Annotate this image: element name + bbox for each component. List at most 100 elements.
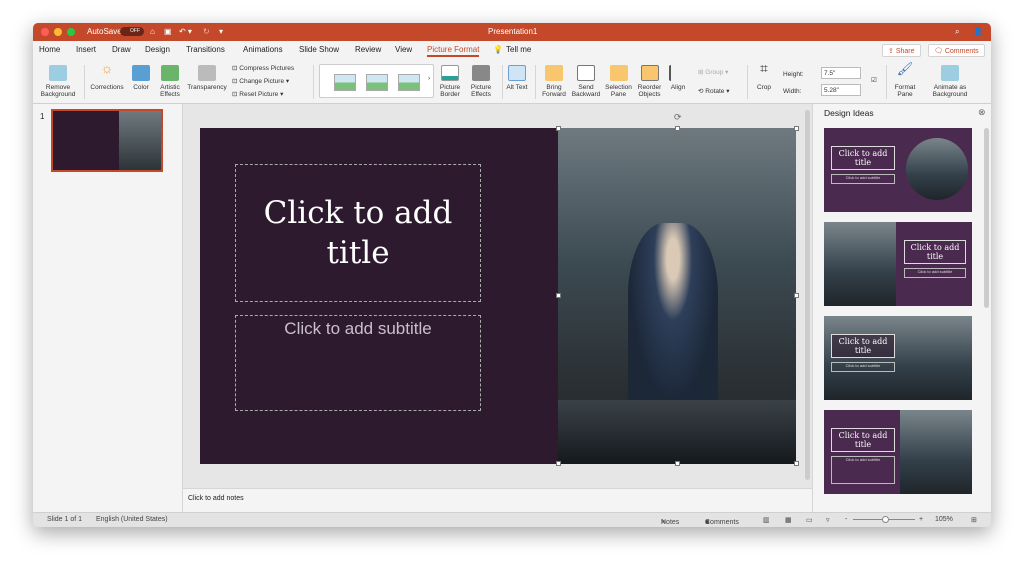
width-input[interactable]: 5.28" <box>821 84 861 96</box>
resize-handle[interactable] <box>794 461 799 466</box>
picture-border-button[interactable]: Picture Border <box>435 65 465 98</box>
selection-pane-icon <box>609 65 628 81</box>
tab-picture-format[interactable]: Picture Format <box>427 45 480 57</box>
tab-draw[interactable]: Draw <box>112 45 131 54</box>
tell-me-search[interactable]: Tell me <box>506 45 531 54</box>
resize-handle[interactable] <box>794 126 799 131</box>
alt-text-icon <box>508 65 526 81</box>
title-placeholder[interactable]: Click to add title <box>235 164 481 302</box>
tab-home[interactable]: Home <box>39 45 60 54</box>
format-pane-button[interactable]: 🖌 Format Pane <box>890 61 920 98</box>
tab-review[interactable]: Review <box>355 45 381 54</box>
design-idea-4[interactable]: Click to add title Click to add subtitle <box>824 410 972 494</box>
tab-transitions[interactable]: Transitions <box>186 45 225 54</box>
paintbrush-icon: 🖌 <box>896 61 914 76</box>
picture-style-1[interactable] <box>334 74 356 91</box>
animate-as-background-button[interactable]: Animate as Background <box>926 65 974 98</box>
design-idea-2[interactable]: Click to add title Click to add subtitle <box>824 222 972 306</box>
subtitle-placeholder[interactable]: Click to add subtitle <box>235 315 481 411</box>
design-pane-scrollbar[interactable] <box>984 128 989 308</box>
reorder-objects-button[interactable]: Reorder Objects <box>635 65 664 98</box>
autosave-toggle[interactable]: OFF <box>120 27 144 36</box>
fit-to-window-icon[interactable]: ⊞ <box>971 516 977 524</box>
maximize-button[interactable] <box>67 28 75 36</box>
compress-pictures-button[interactable]: ⊡ Compress Pictures <box>232 64 294 72</box>
resize-handle[interactable] <box>556 293 561 298</box>
save-icon[interactable]: ▣ <box>164 27 172 36</box>
comments-button[interactable]: 🗨 Comments <box>928 44 985 57</box>
align-button[interactable]: Align <box>665 65 691 91</box>
change-picture-button[interactable]: ⊡ Change Picture ▾ <box>232 77 289 85</box>
idea-subtitle: Click to add subtitle <box>831 456 895 484</box>
resize-handle[interactable] <box>794 293 799 298</box>
lock-aspect-checkbox[interactable]: ☑ <box>871 76 877 84</box>
design-idea-1[interactable]: Click to add title Click to add subtitle <box>824 128 972 212</box>
alt-text-button[interactable]: Alt Text <box>505 65 529 91</box>
picture-style-2[interactable] <box>366 74 388 91</box>
picture-style-3[interactable] <box>398 74 420 91</box>
lightbulb-icon: 💡 <box>493 45 503 54</box>
window-title: Presentation1 <box>488 27 538 36</box>
resize-handle[interactable] <box>675 126 680 131</box>
customize-icon[interactable]: ▾ <box>219 27 223 36</box>
notes-input[interactable]: Click to add notes <box>183 488 812 512</box>
remove-background-button[interactable]: Remove Background <box>38 65 78 98</box>
reorder-icon <box>640 65 659 81</box>
slide-sorter-icon[interactable]: ▦ <box>785 516 792 524</box>
reading-view-icon[interactable]: ▭ <box>806 516 813 524</box>
zoom-out-button[interactable]: - <box>845 516 847 523</box>
reset-picture-button[interactable]: ⊡ Reset Picture ▾ <box>232 90 283 98</box>
tab-slide-show[interactable]: Slide Show <box>299 45 339 54</box>
divider <box>535 65 536 99</box>
artistic-effects-button[interactable]: Artistic Effects <box>157 65 183 98</box>
group-button[interactable]: ⊞ Group ▾ <box>698 68 728 76</box>
redo-icon[interactable]: ↻ <box>203 27 210 36</box>
height-input[interactable]: 7.5" <box>821 67 861 79</box>
close-icon[interactable]: ⊗ <box>978 107 986 118</box>
design-idea-3[interactable]: Click to add title Click to add subtitle <box>824 316 972 400</box>
tab-insert[interactable]: Insert <box>76 45 96 54</box>
zoom-slider-thumb[interactable] <box>882 516 889 523</box>
home-icon[interactable]: ⌂ <box>150 27 155 36</box>
language[interactable]: English (United States) <box>96 516 168 523</box>
tab-animations[interactable]: Animations <box>243 45 283 54</box>
resize-handle[interactable] <box>556 126 561 131</box>
zoom-level[interactable]: 105% <box>935 516 953 523</box>
powerpoint-window: AutoSave OFF ⌂ ▣ ↶ ▾ ↻ ▾ Presentation1 ⌕… <box>33 23 991 527</box>
search-icon[interactable]: ⌕ <box>955 27 959 37</box>
resize-handle[interactable] <box>556 461 561 466</box>
normal-view-icon[interactable]: ▥ <box>763 516 770 524</box>
effects-icon <box>472 65 490 81</box>
bring-forward-button[interactable]: Bring Forward <box>539 65 569 98</box>
share-person-icon[interactable]: 👤 <box>973 27 983 36</box>
close-button[interactable] <box>41 28 49 36</box>
resize-handle[interactable] <box>675 461 680 466</box>
slide-thumbnail-1[interactable] <box>51 109 163 172</box>
tab-view[interactable]: View <box>395 45 412 54</box>
slideshow-icon[interactable]: ▿ <box>826 516 830 524</box>
slide[interactable]: Click to add title Click to add subtitle… <box>200 112 799 466</box>
share-button[interactable]: ⇪ Share <box>882 44 921 57</box>
woman-photo[interactable] <box>558 128 796 464</box>
zoom-in-button[interactable]: + <box>919 516 923 523</box>
gallery-more-icon[interactable]: › <box>428 75 430 82</box>
transparency-button[interactable]: Transparency <box>186 65 228 91</box>
picture-styles-gallery[interactable] <box>319 64 434 98</box>
selection-pane-button[interactable]: Selection Pane <box>603 65 634 98</box>
idea-photo <box>906 138 968 200</box>
color-button[interactable]: Color <box>128 65 154 91</box>
align-icon <box>669 65 687 81</box>
crop-button[interactable]: ⌗ Crop <box>751 61 777 91</box>
undo-icon[interactable]: ↶ ▾ <box>179 27 192 36</box>
picture-effects-button[interactable]: Picture Effects <box>466 65 496 98</box>
send-backward-button[interactable]: Send Backward <box>570 65 602 98</box>
rotate-button[interactable]: ⟲ Rotate ▾ <box>698 87 730 95</box>
corrections-button[interactable]: ☼ Corrections <box>88 61 126 91</box>
idea-title: Click to add title <box>831 334 895 358</box>
table-surface <box>558 400 796 464</box>
minimize-button[interactable] <box>54 28 62 36</box>
rotate-handle-icon[interactable]: ⟳ <box>674 112 682 123</box>
tab-design[interactable]: Design <box>145 45 170 54</box>
vertical-scrollbar[interactable] <box>805 110 810 480</box>
slide-thumbnails-pane: 1 <box>33 104 183 512</box>
